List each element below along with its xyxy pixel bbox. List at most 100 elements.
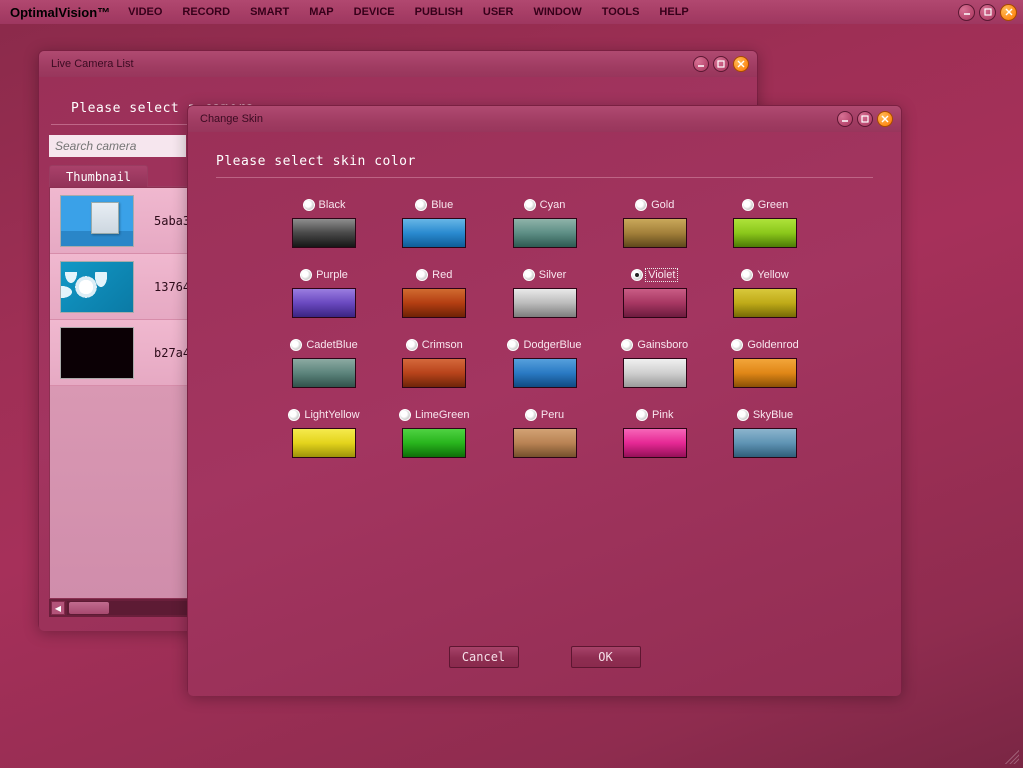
color-swatch-limegreen[interactable] (402, 428, 466, 458)
color-option-lightyellow[interactable]: LightYellow (288, 406, 359, 424)
cameralist-maximize-button[interactable] (713, 56, 729, 72)
color-grid: Black Blue Cyan Gold Green Purple Red Silver Vio… (216, 192, 873, 476)
main-minimize-button[interactable] (958, 4, 975, 21)
color-label-text: Goldenrod (747, 339, 798, 351)
color-swatch-cyan[interactable] (513, 218, 577, 248)
color-option-crimson[interactable]: Crimson (406, 336, 463, 354)
color-option-goldenrod[interactable]: Goldenrod (731, 336, 798, 354)
menu-window[interactable]: WINDOW (533, 6, 581, 18)
menu-record[interactable]: RECORD (182, 6, 230, 18)
camera-thumbnail (60, 261, 134, 313)
radio-icon[interactable] (525, 409, 537, 421)
radio-icon[interactable] (636, 409, 648, 421)
color-label-text: Peru (541, 409, 564, 421)
color-option-yellow[interactable]: Yellow (741, 266, 788, 284)
color-option-green[interactable]: Green (742, 196, 789, 214)
color-swatch-crimson[interactable] (402, 358, 466, 388)
color-label-text: Pink (652, 409, 673, 421)
color-swatch-red[interactable] (402, 288, 466, 318)
radio-icon[interactable] (523, 269, 535, 281)
color-swatch-lightyellow[interactable] (292, 428, 356, 458)
color-swatch-purple[interactable] (292, 288, 356, 318)
radio-icon[interactable] (300, 269, 312, 281)
radio-icon[interactable] (415, 199, 427, 211)
radio-icon[interactable] (524, 199, 536, 211)
color-option-violet[interactable]: Violet (631, 266, 678, 284)
menu-tools[interactable]: TOOLS (602, 6, 640, 18)
color-label-text: Yellow (757, 269, 788, 281)
color-swatch-silver[interactable] (513, 288, 577, 318)
radio-icon[interactable] (288, 409, 300, 421)
radio-icon[interactable] (416, 269, 428, 281)
color-swatch-cadetblue[interactable] (292, 358, 356, 388)
color-swatch-pink[interactable] (623, 428, 687, 458)
color-swatch-skyblue[interactable] (733, 428, 797, 458)
color-option-purple[interactable]: Purple (300, 266, 348, 284)
color-option-gainsboro[interactable]: Gainsboro (621, 336, 688, 354)
color-label-text: Gainsboro (637, 339, 688, 351)
color-swatch-black[interactable] (292, 218, 356, 248)
radio-icon[interactable] (406, 339, 418, 351)
menu-help[interactable]: HELP (659, 6, 688, 18)
radio-icon[interactable] (507, 339, 519, 351)
color-option-cyan[interactable]: Cyan (524, 196, 566, 214)
color-swatch-blue[interactable] (402, 218, 466, 248)
color-option-black[interactable]: Black (303, 196, 346, 214)
color-swatch-dodgerblue[interactable] (513, 358, 577, 388)
menu-smart[interactable]: SMART (250, 6, 289, 18)
scroll-left-icon[interactable]: ◀ (51, 601, 65, 615)
cameralist-close-button[interactable] (733, 56, 749, 72)
skin-close-button[interactable] (877, 111, 893, 127)
color-option-skyblue[interactable]: SkyBlue (737, 406, 793, 424)
color-swatch-goldenrod[interactable] (733, 358, 797, 388)
color-label-text: Violet (645, 268, 678, 282)
color-option-pink[interactable]: Pink (636, 406, 673, 424)
camera-search-input[interactable] (49, 135, 186, 157)
main-menu: VIDEO RECORD SMART MAP DEVICE PUBLISH US… (128, 6, 689, 18)
menu-publish[interactable]: PUBLISH (415, 6, 463, 18)
color-option-blue[interactable]: Blue (415, 196, 453, 214)
menu-user[interactable]: USER (483, 6, 514, 18)
radio-icon[interactable] (635, 199, 647, 211)
radio-icon[interactable] (303, 199, 315, 211)
skin-titlebar[interactable]: Change Skin (188, 106, 901, 132)
menu-device[interactable]: DEVICE (354, 6, 395, 18)
color-swatch-yellow[interactable] (733, 288, 797, 318)
color-swatch-green[interactable] (733, 218, 797, 248)
radio-icon[interactable] (399, 409, 411, 421)
scroll-thumb[interactable] (69, 602, 109, 614)
skin-minimize-button[interactable] (837, 111, 853, 127)
color-label-text: Silver (539, 269, 567, 281)
resize-grip-icon[interactable] (1005, 750, 1019, 764)
menu-map[interactable]: MAP (309, 6, 333, 18)
color-option-limegreen[interactable]: LimeGreen (399, 406, 469, 424)
skin-maximize-button[interactable] (857, 111, 873, 127)
ok-button[interactable]: OK (571, 646, 641, 668)
cameralist-titlebar[interactable]: Live Camera List (39, 51, 757, 77)
ok-label: OK (598, 650, 612, 664)
tab-thumbnail[interactable]: Thumbnail (49, 165, 148, 187)
radio-icon[interactable] (731, 339, 743, 351)
radio-icon[interactable] (737, 409, 749, 421)
cameralist-minimize-button[interactable] (693, 56, 709, 72)
radio-icon[interactable] (621, 339, 633, 351)
main-maximize-button[interactable] (979, 4, 996, 21)
color-option-silver[interactable]: Silver (523, 266, 567, 284)
color-option-gold[interactable]: Gold (635, 196, 674, 214)
radio-icon[interactable] (631, 269, 643, 281)
color-option-cadetblue[interactable]: CadetBlue (290, 336, 357, 354)
color-swatch-gold[interactable] (623, 218, 687, 248)
color-swatch-gainsboro[interactable] (623, 358, 687, 388)
radio-icon[interactable] (742, 199, 754, 211)
radio-icon[interactable] (741, 269, 753, 281)
color-swatch-violet[interactable] (623, 288, 687, 318)
color-swatch-peru[interactable] (513, 428, 577, 458)
radio-icon[interactable] (290, 339, 302, 351)
cancel-button[interactable]: Cancel (449, 646, 519, 668)
menu-video[interactable]: VIDEO (128, 6, 162, 18)
color-option-red[interactable]: Red (416, 266, 452, 284)
color-option-peru[interactable]: Peru (525, 406, 564, 424)
color-option-dodgerblue[interactable]: DodgerBlue (507, 336, 581, 354)
main-close-button[interactable] (1000, 4, 1017, 21)
color-label-text: CadetBlue (306, 339, 357, 351)
